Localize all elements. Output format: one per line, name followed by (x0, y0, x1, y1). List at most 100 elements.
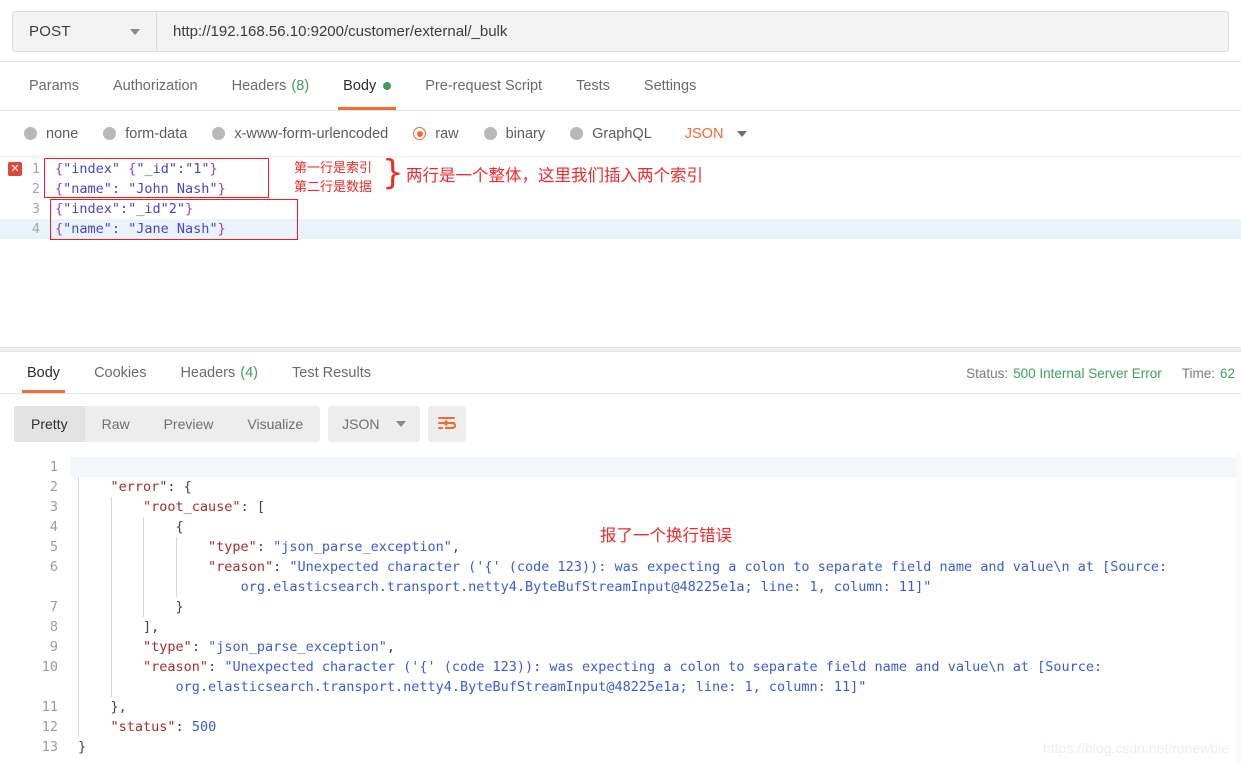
line-number: 13 (41, 739, 58, 755)
chevron-down-icon (395, 421, 406, 427)
body-format-label: JSON (684, 125, 724, 142)
line-number: 8 (49, 619, 58, 635)
annotation-response-error: 报了一个换行错误 (600, 526, 732, 545)
response-json-line: 1{ (0, 457, 1241, 477)
indent-guide (78, 617, 79, 637)
radio-label: binary (505, 125, 546, 142)
url-bar: POST http://192.168.56.10:9200/customer/… (0, 0, 1241, 62)
body-type-raw[interactable]: raw (413, 126, 459, 142)
annotation-main-text: 两行是一个整体，这里我们插入两个索引 (406, 166, 703, 185)
indent-guide (78, 717, 79, 737)
line-number: 1 (49, 459, 58, 475)
indent-guide (143, 537, 144, 557)
response-json-line: 10 "reason": "Unexpected character ('{' … (0, 657, 1241, 697)
url-input-value: http://192.168.56.10:9200/customer/exter… (173, 23, 508, 40)
request-tab-body[interactable]: Body (326, 62, 408, 110)
response-tab-body[interactable]: Body (10, 352, 77, 393)
indent-guide (110, 557, 112, 597)
chevron-down-icon (737, 130, 748, 137)
line-number: 9 (49, 639, 58, 655)
indent-guide (175, 537, 177, 557)
response-format-label: JSON (342, 416, 380, 432)
response-tab-cookies[interactable]: Cookies (77, 352, 163, 393)
tab-label: Headers (180, 364, 236, 381)
annotation-line-index: 第一行是索引 (294, 161, 373, 176)
line-number: 1 (31, 161, 40, 177)
response-meta: Status: 500 Internal Server Error Time: … (966, 352, 1241, 394)
tab-label: Cookies (94, 364, 147, 381)
line-content: "root_cause": [ (143, 499, 265, 515)
tab-label: Authorization (112, 78, 198, 94)
line-content: } (175, 599, 184, 615)
indent-guide (110, 517, 112, 537)
request-tab-headers[interactable]: Headers (8) (215, 62, 327, 110)
line-number: 4 (31, 221, 40, 237)
annotation-line-data: 第二行是数据 (294, 180, 373, 195)
body-present-indicator-icon (383, 82, 392, 90)
indent-guide (110, 617, 112, 637)
body-format-selector[interactable]: JSON (685, 126, 748, 142)
response-toolbar: Pretty Raw Preview Visualize JSON (0, 394, 1241, 454)
tab-label: Body (343, 78, 377, 94)
line-content: ], (143, 619, 160, 635)
wrap-text-button[interactable] (427, 406, 466, 442)
body-type-none[interactable]: none (24, 126, 78, 142)
view-mode-visualize[interactable]: Visualize (230, 406, 320, 442)
line-content: "error": { (110, 479, 192, 495)
request-body-editor[interactable]: ✕ 1 {"index" {"_id":"1"} 2 {"name": "John Na… (0, 157, 1241, 347)
status-value[interactable]: 500 Internal Server Error (1013, 366, 1162, 381)
line-content: "type": "json_parse_exception", (143, 639, 396, 655)
body-type-form-data[interactable]: form-data (103, 126, 187, 142)
vertical-scrollbar[interactable] (1236, 454, 1241, 764)
tab-label: Headers (231, 78, 287, 94)
line-number: 11 (41, 699, 58, 715)
http-method-selector[interactable]: POST (12, 11, 157, 52)
line-content: {"name": "Jane Nash"} (0, 219, 1241, 239)
line-number: 2 (49, 479, 58, 495)
indent-guide (78, 637, 79, 657)
line-number: 3 (49, 499, 58, 515)
line-number: 2 (31, 181, 40, 197)
indent-guide (78, 537, 79, 557)
request-tab-pre-request-script[interactable]: Pre-request Script (408, 62, 559, 110)
response-body-viewer[interactable]: 1{2 "error": {3 "root_cause": [4 {5 "typ… (0, 454, 1241, 764)
body-type-x-www-form-urlencoded[interactable]: x-www-form-urlencoded (212, 126, 388, 142)
response-tab-test-results[interactable]: Test Results (275, 352, 388, 393)
request-editor-line[interactable]: 3 {"index":"_id"2"} (0, 199, 1241, 219)
tab-count: (8) (291, 78, 310, 94)
indent-guide (110, 537, 112, 557)
request-tab-authorization[interactable]: Authorization (96, 62, 215, 110)
line-number: 4 (49, 519, 58, 535)
indent-guide (110, 597, 112, 617)
response-tab-headers[interactable]: Headers (4) (163, 352, 275, 393)
radio-label: x-www-form-urlencoded (234, 125, 389, 142)
tab-count: (4) (240, 364, 258, 381)
body-type-graphql[interactable]: GraphQL (570, 126, 652, 142)
indent-guide (78, 697, 79, 717)
view-mode-pretty[interactable]: Pretty (14, 406, 85, 442)
response-json-line: 8 ], (0, 617, 1241, 637)
tab-label: Params (29, 78, 79, 94)
view-mode-preview[interactable]: Preview (147, 406, 231, 442)
request-editor-line[interactable]: 4 {"name": "Jane Nash"} (0, 219, 1241, 239)
indent-guide (78, 597, 79, 617)
request-tab-tests[interactable]: Tests (559, 62, 627, 110)
tab-label: Body (27, 364, 61, 381)
view-mode-raw[interactable]: Raw (85, 406, 147, 442)
response-format-selector[interactable]: JSON (328, 406, 420, 442)
line-content: "reason": "Unexpected character ('{' (co… (143, 659, 1103, 695)
http-method-label: POST (29, 23, 71, 40)
indent-guide (143, 557, 144, 597)
line-content: }, (110, 699, 127, 715)
response-json-line: 6 "reason": "Unexpected character ('{' (… (0, 557, 1241, 597)
wrap-text-icon (437, 417, 456, 429)
active-line-highlight (70, 457, 1241, 477)
line-content: "status": 500 (110, 719, 217, 735)
indent-guide (78, 557, 79, 597)
annotation-brace-glyph: } (382, 157, 404, 193)
body-type-binary[interactable]: binary (483, 125, 546, 142)
indent-guide (143, 517, 144, 537)
request-tab-settings[interactable]: Settings (627, 62, 713, 110)
url-input[interactable]: http://192.168.56.10:9200/customer/exter… (157, 11, 1229, 52)
request-tab-params[interactable]: Params (12, 62, 96, 110)
